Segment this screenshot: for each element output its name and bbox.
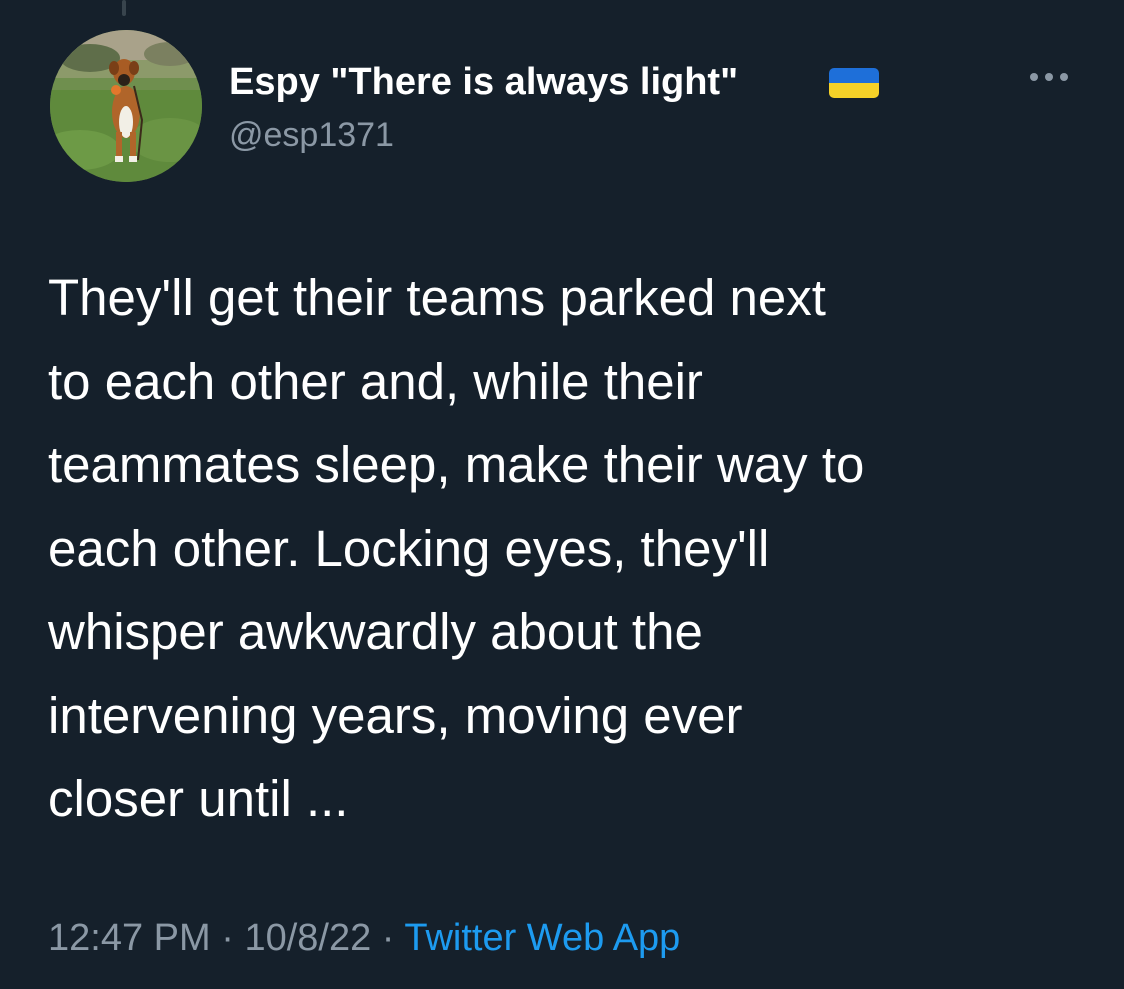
tweet-text-line: each other. Locking eyes, they'll [48,519,770,577]
tweet-text-line: to each other and, while their [48,352,703,410]
tweet-text-line: teammates sleep, make their way to [48,436,865,493]
meta-separator: · [221,917,234,959]
author-display-name[interactable]: Espy "There is always light" [229,59,738,105]
tweet-metadata: 12:47 PM · 10/8/22 · Twitter Web App [48,914,680,962]
thread-connector-line [122,0,126,16]
tweet-text-line: whisper awkwardly about the [48,603,703,660]
tweet-date[interactable]: 10/8/22 [244,917,371,959]
flag-blue-stripe [829,68,879,83]
tweet-text-line: intervening years, moving ever [48,686,743,744]
meta-separator: · [381,917,395,959]
ukraine-flag-icon [829,68,879,98]
tweet-text-line: They'll get their teams parked next [48,269,826,326]
more-options-button[interactable] [1026,62,1072,92]
tweet-source-link[interactable]: Twitter Web App [404,917,680,959]
avatar[interactable] [50,30,202,182]
author-handle[interactable]: @esp1371 [229,114,394,156]
tweet-text: They'll get their teams parked next to e… [48,256,1098,841]
avatar-dog-photo [50,30,202,182]
tweet-text-line: closer until ... [48,770,349,827]
tweet-time[interactable]: 12:47 PM [48,917,211,959]
more-options-icon [1030,73,1068,81]
flag-yellow-stripe [829,83,879,98]
